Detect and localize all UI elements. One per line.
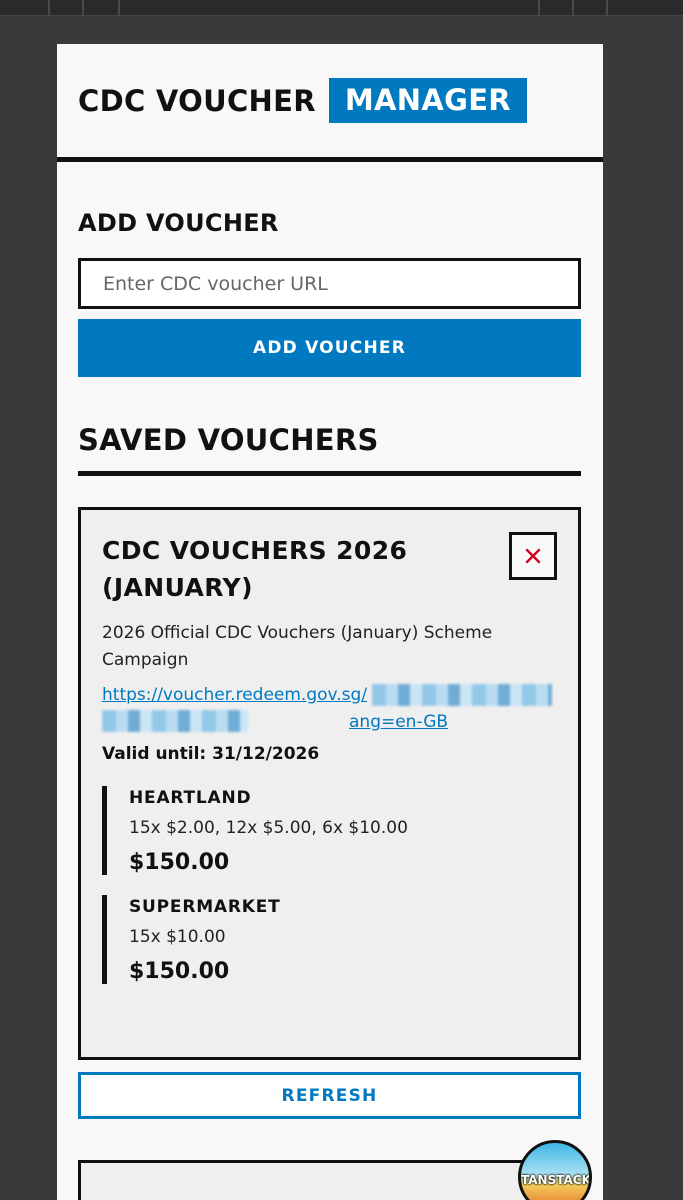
voucher-category: HEARTLAND 15x $2.00, 12x $5.00, 6x $10.0… <box>102 786 557 875</box>
browser-top-strip <box>0 0 683 16</box>
strip-divider <box>48 0 50 16</box>
redacted-link-segment <box>372 684 552 706</box>
voucher-card: CDC VOUCHERS 2026 (JANUARY) 2026 Officia… <box>78 507 581 1060</box>
category-name: SUPERMARKET <box>129 897 281 917</box>
voucher-link-end: ang=en-GB <box>349 712 449 732</box>
category-denominations: 15x $10.00 <box>129 927 226 947</box>
delete-voucher-button[interactable] <box>509 532 557 580</box>
strip-divider <box>538 0 540 16</box>
strip-divider <box>572 0 574 16</box>
devtools-label: TANSTACK <box>521 1173 591 1187</box>
app-title-highlight: MANAGER <box>328 78 527 123</box>
strip-divider <box>82 0 84 16</box>
redacted-link-segment <box>102 710 248 732</box>
voucher-link[interactable]: https://voucher.redeem.gov.sg/ang=en-GB <box>102 682 557 736</box>
saved-vouchers-heading: SAVED VOUCHERS <box>78 423 581 476</box>
category-name: HEARTLAND <box>129 788 252 808</box>
voucher-link-start: https://voucher.redeem.gov.sg/ <box>102 685 368 705</box>
app-title: CDC VOUCHER <box>78 83 316 118</box>
voucher-category: SUPERMARKET 15x $10.00 $150.00 <box>102 895 557 984</box>
add-voucher-button[interactable]: ADD VOUCHER <box>78 319 581 377</box>
category-total: $150.00 <box>129 959 230 984</box>
app-header: CDC VOUCHER MANAGER <box>57 44 603 162</box>
voucher-url-input[interactable] <box>78 258 581 309</box>
refresh-button[interactable]: REFRESH <box>78 1072 581 1119</box>
close-icon <box>525 548 541 564</box>
main-content: ADD VOUCHER ADD VOUCHER SAVED VOUCHERS C… <box>57 209 603 1200</box>
strip-divider <box>606 0 608 16</box>
category-total: $150.00 <box>129 850 230 875</box>
add-voucher-heading: ADD VOUCHER <box>78 209 279 237</box>
valid-until: Valid until: 31/12/2026 <box>102 744 320 764</box>
voucher-title: CDC VOUCHERS 2026 (JANUARY) <box>102 536 408 602</box>
category-denominations: 15x $2.00, 12x $5.00, 6x $10.00 <box>129 818 408 838</box>
strip-divider <box>118 0 120 16</box>
voucher-description: 2026 Official CDC Vouchers (January) Sch… <box>102 623 493 670</box>
voucher-card <box>78 1160 581 1200</box>
app-panel: CDC VOUCHER MANAGER ADD VOUCHER ADD VOUC… <box>57 44 603 1200</box>
